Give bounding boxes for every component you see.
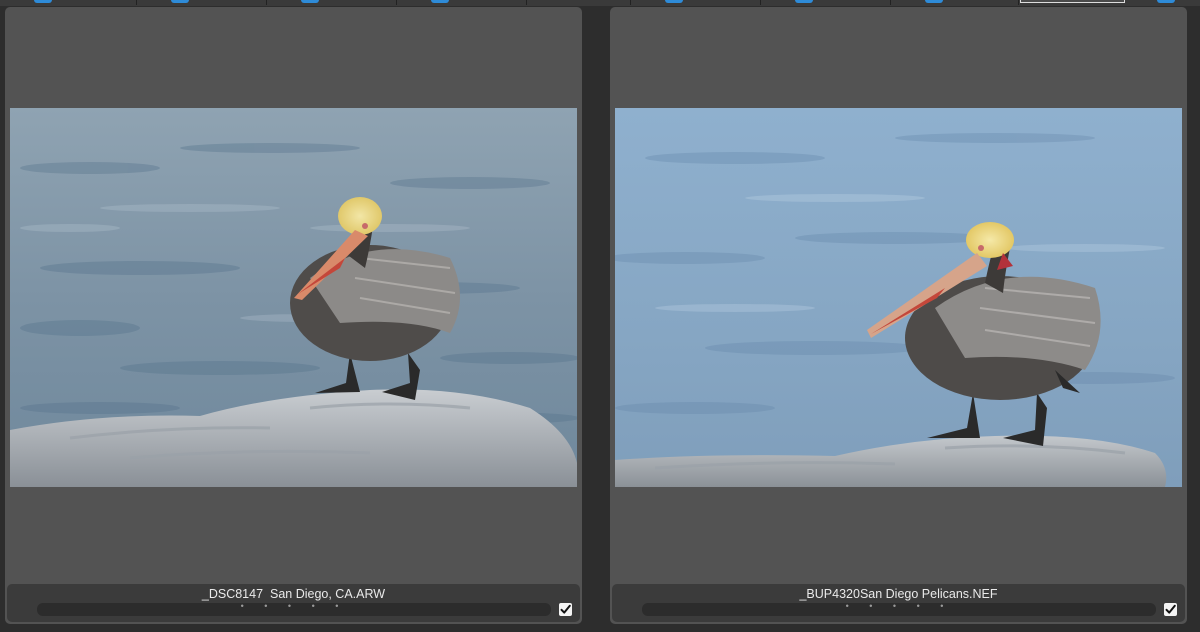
image-panel-right[interactable]: _BUP4320San Diego Pelicans.NEF • • • • •	[610, 7, 1187, 624]
checkmark-icon	[560, 604, 571, 614]
image-panel-left[interactable]: _DSC8147 San Diego, CA.ARW • • • • •	[5, 7, 582, 624]
caption-bar-right: _BUP4320San Diego Pelicans.NEF • • • • •	[612, 584, 1185, 622]
top-tab[interactable]	[527, 0, 631, 5]
tab-icon	[301, 0, 319, 3]
caption-bar-left: _DSC8147 San Diego, CA.ARW • • • • •	[7, 584, 580, 622]
top-tab[interactable]	[0, 0, 137, 5]
photo-preview-right[interactable]	[615, 108, 1182, 487]
top-tab[interactable]	[137, 0, 267, 5]
top-tab[interactable]	[631, 0, 761, 5]
top-tab[interactable]	[397, 0, 527, 5]
tab-icon	[795, 0, 813, 3]
top-tab[interactable]	[761, 0, 891, 5]
select-checkbox[interactable]	[1164, 603, 1177, 616]
pelican-photo-left	[10, 108, 577, 487]
photo-preview-left[interactable]	[10, 108, 577, 487]
select-checkbox[interactable]	[559, 603, 572, 616]
top-tab[interactable]	[267, 0, 397, 5]
top-tab[interactable]	[891, 0, 1019, 5]
rating-track[interactable]: • • • • •	[37, 600, 551, 616]
rating-track[interactable]: • • • • •	[642, 600, 1156, 616]
top-tab-selected[interactable]	[1020, 0, 1125, 3]
filename-label: _BUP4320San Diego Pelicans.NEF	[799, 587, 998, 601]
top-tab-strip	[0, 0, 1200, 6]
tab-icon	[431, 0, 449, 3]
tab-icon	[34, 0, 52, 3]
rating-dots[interactable]: • • • • •	[642, 600, 1156, 613]
rating-dots[interactable]: • • • • •	[37, 600, 551, 613]
tab-icon	[665, 0, 683, 3]
filename-label: _DSC8147 San Diego, CA.ARW	[201, 587, 386, 601]
tab-icon	[171, 0, 189, 3]
checkmark-icon	[1165, 604, 1176, 614]
tab-icon	[925, 0, 943, 3]
pelican-photo-right	[615, 108, 1182, 487]
tab-icon	[1157, 0, 1175, 3]
top-tab[interactable]	[1125, 0, 1200, 5]
